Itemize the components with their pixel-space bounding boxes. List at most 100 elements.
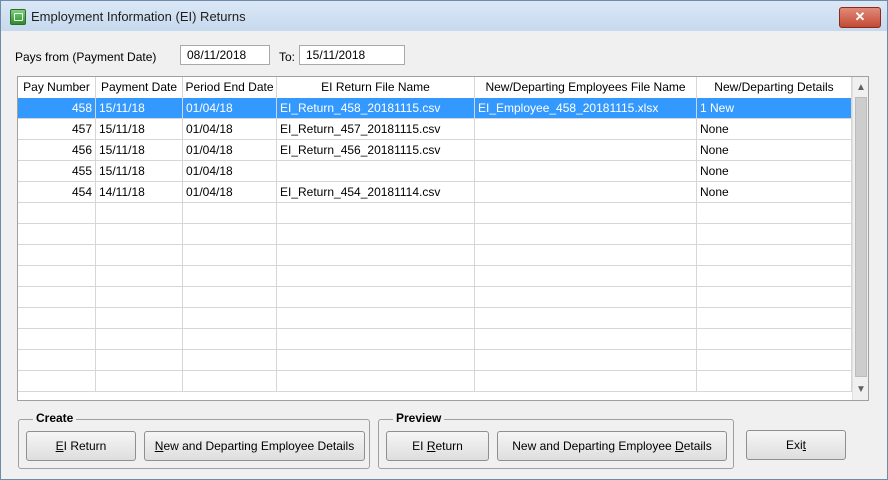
table-cell: [475, 161, 697, 181]
column-header-new-departing-employees-file-name[interactable]: New/Departing Employees File Name: [475, 77, 697, 98]
table-cell: 15/11/18: [96, 140, 183, 160]
table-cell: [277, 245, 475, 265]
table-cell: EI_Employee_458_20181115.xlsx: [475, 98, 697, 118]
preview-new-departing-details-button[interactable]: New and Departing Employee Details: [497, 431, 727, 461]
table-cell: [96, 329, 183, 349]
column-header-pay-number[interactable]: Pay Number: [18, 77, 96, 98]
table-cell: EI_Return_457_20181115.csv: [277, 119, 475, 139]
table-cell: [475, 203, 697, 223]
column-header-payment-date[interactable]: Payment Date: [96, 77, 183, 98]
table-cell: [697, 371, 852, 391]
table-cell: [697, 308, 852, 328]
table-cell: [277, 350, 475, 370]
empty-table-row[interactable]: [18, 329, 852, 350]
table-cell: [96, 287, 183, 307]
table-cell: 15/11/18: [96, 119, 183, 139]
table-cell: 454: [18, 182, 96, 202]
table-cell: 455: [18, 161, 96, 181]
pays-from-date-field[interactable]: 08/11/2018: [180, 45, 270, 65]
table-cell: [18, 308, 96, 328]
label-rest: I Return: [63, 439, 107, 453]
table-row[interactable]: 454 14/11/18 01/04/18 EI_Return_454_2018111…: [18, 182, 852, 203]
label-before: EI: [412, 439, 427, 453]
table-cell: 01/04/18: [183, 119, 277, 139]
empty-table-row[interactable]: [18, 224, 852, 245]
column-header-ei-return-file-name[interactable]: EI Return File Name: [277, 77, 475, 98]
table-cell: [277, 161, 475, 181]
preview-group-title: Preview: [393, 411, 445, 425]
table-cell: [18, 287, 96, 307]
table-cell: 01/04/18: [183, 98, 277, 118]
table-cell: [183, 308, 277, 328]
empty-table-row[interactable]: [18, 287, 852, 308]
table-row[interactable]: 455 15/11/18 01/04/18 None: [18, 161, 852, 182]
table-cell: [96, 350, 183, 370]
pays-from-label: Pays from (Payment Date): [15, 50, 157, 64]
table-cell: EI_Return_456_20181115.csv: [277, 140, 475, 160]
preview-ei-return-button[interactable]: EI Return: [386, 431, 489, 461]
create-ei-return-button[interactable]: EI Return: [26, 431, 136, 461]
table-cell: [18, 224, 96, 244]
table-cell: [277, 287, 475, 307]
title-bar[interactable]: Employment Information (EI) Returns ✕: [1, 1, 887, 31]
pays-to-date-field[interactable]: 15/11/2018: [299, 45, 405, 65]
table-cell: [277, 224, 475, 244]
table-row[interactable]: 456 15/11/18 01/04/18 EI_Return_456_2018111…: [18, 140, 852, 161]
table-cell: [18, 329, 96, 349]
column-header-new-departing-details[interactable]: New/Departing Details: [697, 77, 852, 98]
table-cell: [277, 266, 475, 286]
table-cell: [475, 287, 697, 307]
table-cell: [697, 224, 852, 244]
table-cell: [475, 329, 697, 349]
create-group: Create EI Return New and Departing Emplo…: [18, 411, 370, 469]
table-cell: [96, 308, 183, 328]
table-cell: [475, 119, 697, 139]
table-cell: [277, 308, 475, 328]
table-row[interactable]: 458 15/11/18 01/04/18 EI_Return_458_2018111…: [18, 98, 852, 119]
exit-button[interactable]: Exit: [746, 430, 846, 460]
table-cell: [277, 203, 475, 223]
scroll-up-arrow-icon[interactable]: ▲: [853, 79, 868, 96]
label-rest: etails: [683, 439, 712, 453]
table-cell: [96, 266, 183, 286]
table-cell: 458: [18, 98, 96, 118]
create-new-departing-details-button[interactable]: New and Departing Employee Details: [144, 431, 365, 461]
table-cell: [697, 329, 852, 349]
table-row[interactable]: 457 15/11/18 01/04/18 EI_Return_457_2018111…: [18, 119, 852, 140]
column-header-period-end-date[interactable]: Period End Date: [183, 77, 277, 98]
table-cell: [18, 245, 96, 265]
table-cell: 457: [18, 119, 96, 139]
table-cell: 456: [18, 140, 96, 160]
table-cell: None: [697, 119, 852, 139]
table-cell: [697, 203, 852, 223]
empty-table-row[interactable]: [18, 245, 852, 266]
scrollbar-thumb[interactable]: [855, 97, 867, 377]
accel-e: E: [55, 439, 64, 453]
table-cell: [183, 371, 277, 391]
scroll-down-arrow-icon[interactable]: ▼: [853, 381, 868, 398]
accel-t: t: [802, 438, 806, 452]
table-cell: [697, 245, 852, 265]
table-cell: [183, 245, 277, 265]
table-cell: None: [697, 182, 852, 202]
returns-table[interactable]: Pay Number Payment Date Period End Date …: [17, 76, 869, 401]
empty-table-row[interactable]: [18, 350, 852, 371]
create-group-title: Create: [33, 411, 77, 425]
table-cell: [183, 329, 277, 349]
empty-table-row[interactable]: [18, 371, 852, 392]
table-cell: [277, 329, 475, 349]
vertical-scrollbar[interactable]: ▲ ▼: [852, 77, 868, 400]
table-cell: [96, 245, 183, 265]
empty-table-row[interactable]: [18, 308, 852, 329]
table-cell: None: [697, 140, 852, 160]
empty-table-row[interactable]: [18, 266, 852, 287]
empty-table-row[interactable]: [18, 203, 852, 224]
ei-returns-window: Employment Information (EI) Returns ✕ Pa…: [0, 0, 888, 480]
table-cell: [475, 140, 697, 160]
table-cell: 1 New: [697, 98, 852, 118]
label-rest: eturn: [435, 439, 463, 453]
table-cell: [475, 371, 697, 391]
close-button[interactable]: ✕: [839, 7, 881, 28]
table-cell: EI_Return_454_20181114.csv: [277, 182, 475, 202]
table-cell: [18, 350, 96, 370]
